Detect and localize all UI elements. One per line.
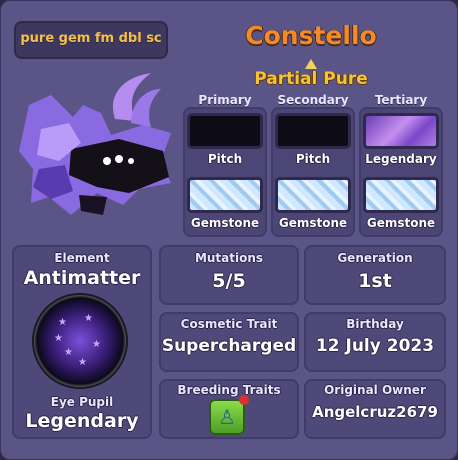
primary-pattern-swatch (187, 177, 263, 213)
element-label: Element (54, 251, 110, 265)
secondary-color-swatch (275, 113, 351, 149)
star-icon (305, 59, 317, 69)
original-owner-value: Angelcruz2679 (312, 403, 438, 421)
generation-panel: Generation 1st (304, 245, 446, 305)
breeding-traits-label: Breeding Traits (177, 383, 281, 397)
birthday-label: Birthday (346, 317, 404, 331)
purity-subtitle: Partial Pure (254, 69, 368, 89)
cosmetic-trait-value: Supercharged (161, 336, 297, 356)
breeding-trait-icon[interactable]: ♙ (209, 395, 249, 435)
generation-value: 1st (358, 270, 392, 292)
original-owner-panel: Original Owner Angelcruz2679 (304, 379, 446, 439)
mutations-label: Mutations (194, 251, 264, 265)
primary-color-label: Pitch (207, 152, 243, 166)
nickname-box: pure gem fm dbl sc (14, 21, 168, 59)
secondary-pattern-swatch (275, 177, 351, 213)
pet-name: Constello (245, 21, 377, 50)
birthday-panel: Birthday 12 July 2023 (304, 312, 446, 372)
eye-pupil-icon: ★ ★ ★ ★ ★ ★ (34, 295, 126, 387)
cosmetic-trait-label: Cosmetic Trait (180, 317, 278, 331)
secondary-color-label: Pitch (295, 152, 331, 166)
secondary-header: Secondary (277, 93, 349, 107)
mutations-value: 5/5 (212, 270, 246, 292)
generation-label: Generation (337, 251, 413, 265)
tertiary-color-swatch (363, 113, 439, 149)
birthday-value: 12 July 2023 (315, 336, 435, 356)
nickname-text: pure gem fm dbl sc (20, 31, 162, 46)
tertiary-color-label: Legendary (365, 152, 437, 166)
tertiary-header: Tertiary (374, 93, 428, 107)
tertiary-pattern-label: Gemstone (366, 216, 436, 230)
tertiary-pattern-swatch (363, 177, 439, 213)
primary-color-swatch (187, 113, 263, 149)
original-owner-label: Original Owner (324, 383, 426, 397)
primary-header: Primary (198, 93, 252, 107)
mutations-panel: Mutations 5/5 (159, 245, 299, 305)
primary-pattern-label: Gemstone (190, 216, 260, 230)
creature-portrait (19, 73, 171, 215)
secondary-pattern-label: Gemstone (278, 216, 348, 230)
eye-pupil-value: Legendary (25, 410, 139, 432)
eye-pupil-label: Eye Pupil (50, 395, 114, 409)
element-value: Antimatter (23, 267, 141, 289)
pet-info-card: pure gem fm dbl sc Constello Partial Pur… (0, 0, 458, 460)
cosmetic-trait-panel: Cosmetic Trait Supercharged (159, 312, 299, 372)
